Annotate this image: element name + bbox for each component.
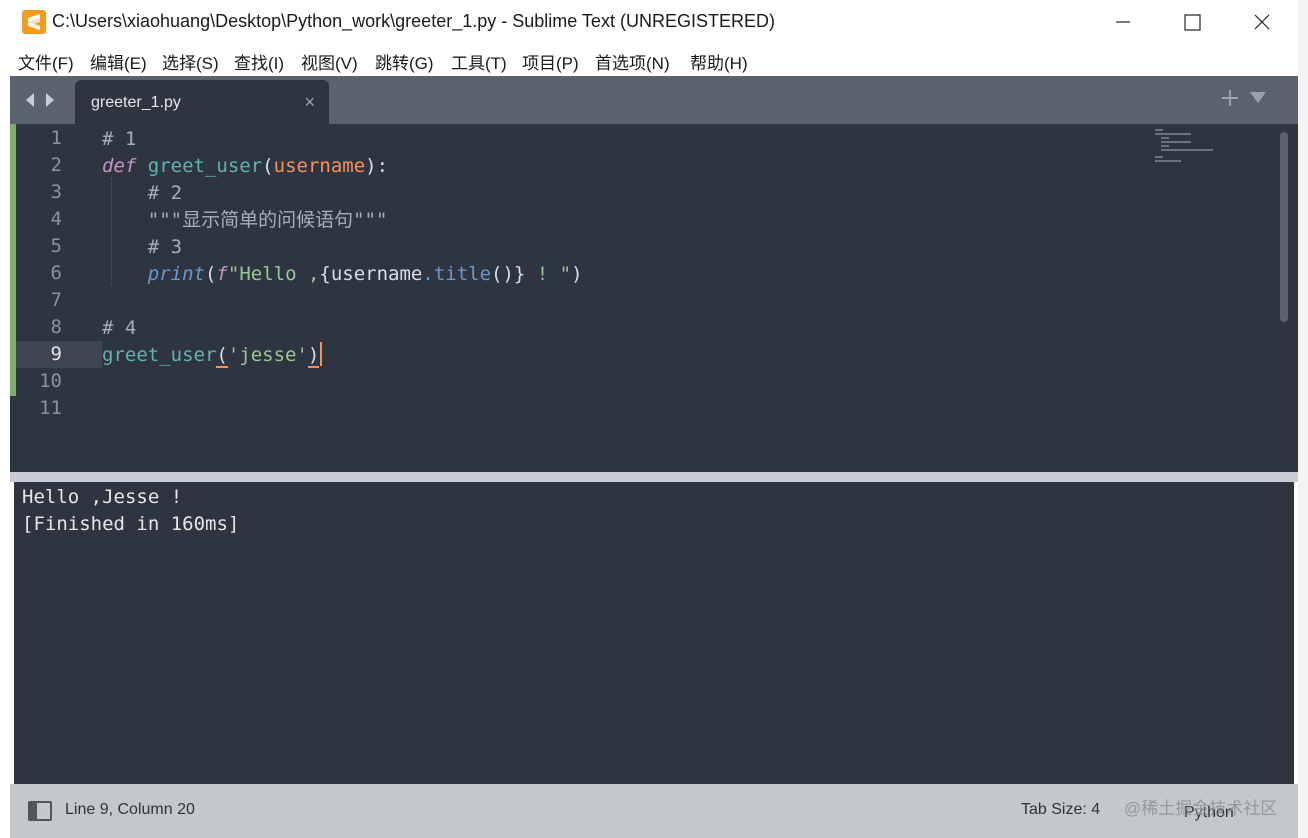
menu-view[interactable]: 视图(V) xyxy=(301,49,358,74)
line-number: 11 xyxy=(39,397,62,419)
text-cursor xyxy=(320,342,323,366)
fstring-prefix: f xyxy=(216,263,228,285)
comment: # 3 xyxy=(102,236,183,258)
close-icon xyxy=(1254,14,1270,30)
tab-label: greeter_1.py xyxy=(91,94,181,111)
line-number: 8 xyxy=(50,316,62,338)
output-line: Hello ,Jesse ! xyxy=(22,486,183,508)
code-line-9: greet_user('jesse') xyxy=(102,342,323,369)
line-number: 10 xyxy=(39,370,62,392)
comment: # 1 xyxy=(102,128,137,150)
line-number: 4 xyxy=(50,208,62,230)
string: 'jesse' xyxy=(227,344,308,366)
function-name: greet_user xyxy=(147,155,263,177)
code-editor[interactable]: 1 2 3 4 5 6 7 8 9 10 11 # 1 def greet_us… xyxy=(10,124,1298,472)
builtin-print: print xyxy=(147,263,205,285)
comment: # 2 xyxy=(102,182,183,204)
line-number: 2 xyxy=(50,154,62,176)
maximize-icon xyxy=(1184,14,1201,31)
method-name: title xyxy=(433,263,492,285)
line-number: 1 xyxy=(50,127,62,149)
line-number: 5 xyxy=(50,235,62,257)
string: ! " xyxy=(525,263,572,285)
paren: ( xyxy=(204,263,217,285)
tab-size-selector[interactable]: Tab Size: 4 xyxy=(1021,801,1100,819)
code-line-8: # 4 xyxy=(102,315,136,342)
line-number: 6 xyxy=(50,262,62,284)
build-output-panel: Hello ,Jesse ! [Finished in 160ms] xyxy=(14,482,1294,784)
sublime-logo-icon xyxy=(22,10,46,34)
keyword-def: def xyxy=(102,155,137,177)
tab-nav-arrows xyxy=(22,90,62,115)
tab-greeter-1[interactable]: greeter_1.py × xyxy=(75,80,329,124)
paren: ): xyxy=(365,155,389,177)
cursor-position: Line 9, Column 20 xyxy=(65,801,195,818)
line-number: 7 xyxy=(50,289,62,311)
menu-goto[interactable]: 跳转(G) xyxy=(375,49,434,74)
status-bar: Line 9, Column 20 Tab Size: 4 Python xyxy=(10,784,1298,838)
code-line-4: """显示简单的问候语句""" xyxy=(102,207,388,234)
background-window-edge xyxy=(1298,0,1308,838)
chevron-right-icon xyxy=(46,93,54,107)
tab-close-icon[interactable]: × xyxy=(304,92,315,113)
menu-help[interactable]: 帮助(H) xyxy=(690,49,748,74)
code-line-5: # 3 xyxy=(102,234,182,261)
close-button[interactable] xyxy=(1228,0,1298,44)
maximize-button[interactable] xyxy=(1158,0,1228,44)
menu-tools[interactable]: 工具(T) xyxy=(451,49,507,74)
paren-matched: ( xyxy=(216,344,228,368)
docstring: """显示简单的问候语句""" xyxy=(102,209,388,231)
menu-find[interactable]: 查找(I) xyxy=(234,49,284,74)
title-bar: C:\Users\xiaohuang\Desktop\Python_work\g… xyxy=(0,0,1298,44)
plus-icon xyxy=(1222,90,1238,106)
minimap[interactable] xyxy=(1155,128,1225,168)
code-line-2: def greet_user(username): xyxy=(102,153,388,180)
minimize-icon xyxy=(1116,21,1130,23)
parameter: username xyxy=(273,155,366,177)
menu-project[interactable]: 项目(P) xyxy=(522,49,579,74)
editor-scrollbar-thumb[interactable] xyxy=(1280,132,1288,322)
brace: { xyxy=(319,263,331,285)
code-line-3: # 2 xyxy=(102,180,182,207)
code-line-6: print(f"Hello ,{username.title()} ! ") xyxy=(102,261,583,288)
variable: username xyxy=(330,263,423,285)
chevron-left-icon xyxy=(26,93,34,107)
sublime-window: C:\Users\xiaohuang\Desktop\Python_work\g… xyxy=(0,0,1298,838)
menu-preferences[interactable]: 首选项(N) xyxy=(595,49,670,74)
tab-tools xyxy=(1222,88,1278,115)
menu-edit[interactable]: 编辑(E) xyxy=(90,49,147,74)
panel-splitter[interactable] xyxy=(10,472,1298,482)
comment: # 4 xyxy=(102,317,137,339)
chevron-down-icon xyxy=(1250,92,1266,103)
line-number-current: 9 xyxy=(50,343,62,365)
code-line-1: # 1 xyxy=(102,126,136,153)
output-line: [Finished in 160ms] xyxy=(22,513,240,535)
watermark: @稀土掘金技术社区 xyxy=(1124,799,1278,818)
menu-selection[interactable]: 选择(S) xyxy=(162,49,219,74)
brace: } xyxy=(513,263,526,285)
string: "Hello , xyxy=(227,263,320,285)
call-parens: () xyxy=(491,263,514,285)
menu-file[interactable]: 文件(F) xyxy=(18,49,74,74)
panel-toggle-icon[interactable] xyxy=(28,801,52,821)
paren: ) xyxy=(571,263,583,285)
menu-bar: 文件(F) 编辑(E) 选择(S) 查找(I) 视图(V) 跳转(G) 工具(T… xyxy=(0,44,1298,76)
tab-bar: greeter_1.py × xyxy=(10,76,1298,124)
window-title: C:\Users\xiaohuang\Desktop\Python_work\g… xyxy=(52,11,775,31)
paren-matched: ) xyxy=(307,344,320,368)
function-call: greet_user xyxy=(102,344,217,366)
minimize-button[interactable] xyxy=(1088,0,1158,44)
paren: ( xyxy=(262,155,274,177)
line-number: 3 xyxy=(50,181,62,203)
dot: . xyxy=(422,263,434,285)
